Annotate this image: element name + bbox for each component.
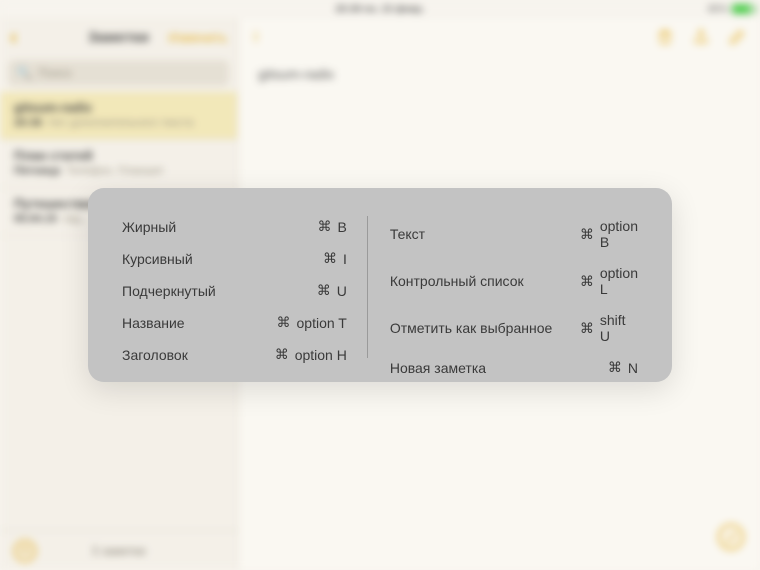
shortcut-keys: ⌘ option B	[580, 218, 638, 250]
notes-count: 3 заметки	[91, 544, 145, 558]
shortcut-label: Текст	[390, 226, 580, 242]
battery-percent: 85%	[708, 4, 728, 15]
status-right: 85%	[708, 4, 754, 15]
shortcut-label: Новая заметка	[390, 360, 580, 376]
sidebar-title: Заметки	[88, 29, 149, 46]
shortcut-row: Название ⌘ option T	[122, 314, 347, 331]
note-list-item[interactable]: План статей ПятницаТелефон. Планшет	[0, 140, 237, 188]
shortcut-label: Жирный	[122, 219, 272, 235]
shortcut-keys: ⌘U	[317, 282, 347, 299]
command-key-icon: ⌘	[608, 359, 622, 376]
shortcut-key: B	[338, 219, 347, 235]
search-icon: 🔍	[16, 65, 32, 81]
shortcut-key: option T	[297, 315, 347, 331]
command-key-icon: ⌘	[580, 226, 594, 243]
shortcut-row: Курсивный⌘I	[122, 250, 347, 267]
shortcut-row: Отметить как выбранное⌘ shift U	[390, 312, 638, 344]
back-chevron-icon[interactable]: ‹	[10, 24, 17, 50]
shortcut-keys: ⌘N	[608, 359, 638, 376]
shortcut-key: option B	[600, 218, 638, 250]
shortcut-keys: ⌘ shift U	[580, 312, 638, 344]
shortcuts-column-left: Жирный⌘BКурсивный⌘IПодчеркнутый⌘UНазвани…	[122, 218, 367, 356]
status-time: 20:39 пн. 15 февр.	[335, 4, 424, 15]
shortcut-key: option L	[600, 265, 638, 297]
shortcut-keys: ⌘I	[323, 250, 347, 267]
shortcut-keys: ⌘ option L	[580, 265, 638, 297]
swap-icon[interactable]: ↕	[252, 28, 260, 46]
shortcut-row: Жирный⌘B	[122, 218, 347, 235]
shortcut-key: N	[628, 360, 638, 376]
editor-header: ↕	[238, 18, 760, 56]
shortcut-row: Подчеркнутый⌘U	[122, 282, 347, 299]
shortcut-row: Новая заметка⌘N	[390, 359, 638, 376]
keyboard-shortcuts-overlay: Жирный⌘BКурсивный⌘IПодчеркнутый⌘UНазвани…	[88, 188, 672, 382]
shortcut-row: Контрольный список⌘ option L	[390, 265, 638, 297]
shortcut-label: Курсивный	[122, 251, 272, 267]
share-icon[interactable]	[692, 28, 710, 46]
shortcut-keys: ⌘ option T	[277, 314, 347, 331]
command-key-icon: ⌘	[275, 346, 289, 363]
edit-button[interactable]: Изменить	[168, 30, 227, 45]
sidebar-footer: + 3 заметки	[0, 530, 237, 570]
shortcut-keys: ⌘B	[318, 218, 347, 235]
shortcut-key: shift U	[600, 312, 638, 344]
command-key-icon: ⌘	[277, 314, 291, 331]
note-body[interactable]: gitsum-radix	[238, 56, 760, 92]
shortcut-label: Заголовок	[122, 347, 272, 363]
search-placeholder: Поиск	[38, 66, 71, 80]
new-note-fab[interactable]	[718, 524, 744, 550]
shortcut-keys: ⌘ option H	[275, 346, 347, 363]
note-text: gitsum-radix	[258, 66, 334, 82]
shortcut-label: Отметить как выбранное	[390, 320, 580, 336]
shortcut-row: Заголовок⌘ option H	[122, 346, 347, 363]
note-item-subtitle: 20:36Нет дополнительного текста	[14, 117, 223, 129]
new-folder-button[interactable]: +	[14, 540, 36, 562]
command-key-icon: ⌘	[580, 273, 594, 290]
trash-icon[interactable]	[656, 28, 674, 46]
search-input[interactable]: 🔍 Поиск	[8, 60, 229, 86]
shortcut-label: Название	[122, 315, 272, 331]
status-bar: 20:39 пн. 15 февр. 85%	[0, 0, 760, 18]
command-key-icon: ⌘	[318, 218, 332, 235]
note-item-subtitle: ПятницаТелефон. Планшет	[14, 165, 223, 177]
note-item-title: План статей	[14, 148, 223, 163]
shortcut-label: Контрольный список	[390, 273, 580, 289]
command-key-icon: ⌘	[580, 320, 594, 337]
note-list-item[interactable]: gitsum-radix 20:36Нет дополнительного тек…	[0, 92, 237, 140]
shortcut-key: I	[343, 251, 347, 267]
shortcut-key: U	[337, 283, 347, 299]
command-key-icon: ⌘	[323, 250, 337, 267]
shortcut-label: Подчеркнутый	[122, 283, 272, 299]
sidebar-header: ‹ Заметки Изменить	[0, 18, 237, 56]
note-item-title: gitsum-radix	[14, 100, 223, 115]
shortcut-key: option H	[295, 347, 347, 363]
compose-icon[interactable]	[728, 28, 746, 46]
shortcuts-column-right: Текст⌘option BКонтрольный список⌘option …	[368, 218, 638, 356]
shortcut-row: Текст⌘ option B	[390, 218, 638, 250]
command-key-icon: ⌘	[317, 282, 331, 299]
plus-icon: +	[21, 542, 30, 559]
battery-icon	[732, 4, 754, 14]
